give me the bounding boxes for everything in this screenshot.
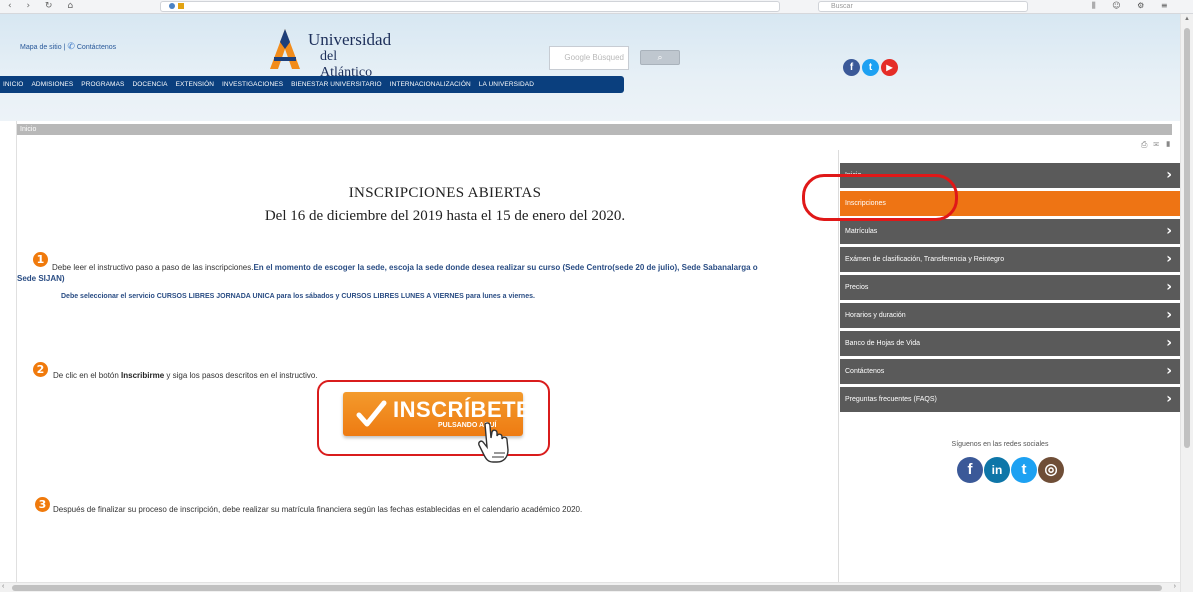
site-header: Mapa de sitio | ✆ Contáctenos Universida… bbox=[0, 14, 1180, 121]
sidebar-item-horarios[interactable]: Horarios y duración › bbox=[840, 303, 1180, 328]
step-1-text: Debe leer el instructivo paso a paso de … bbox=[52, 262, 822, 274]
favicon-icon bbox=[178, 3, 184, 9]
step-1-note: Debe seleccionar el servicio CURSOS LIBR… bbox=[61, 293, 535, 300]
sidebar-item-matriculas[interactable]: Matrículas › bbox=[840, 219, 1180, 244]
vertical-scrollbar[interactable]: ▲ bbox=[1180, 14, 1193, 592]
sidebar-item-label: Banco de Hojas de Vida bbox=[845, 340, 920, 347]
site-map-link[interactable]: Mapa de sitio bbox=[20, 44, 62, 51]
horizontal-scrollbar[interactable]: ‹ › bbox=[0, 582, 1180, 592]
page-tools: ⎙✉▮ bbox=[1141, 140, 1177, 150]
search-button[interactable]: ⌕ bbox=[640, 50, 680, 65]
sidebar-item-banco-hojas[interactable]: Banco de Hojas de Vida › bbox=[840, 331, 1180, 356]
vertical-scroll-thumb[interactable] bbox=[1184, 28, 1190, 448]
step-2-text: De clic en el botón Inscribirme y siga l… bbox=[53, 371, 318, 380]
browser-nav-buttons[interactable]: ‹ › ↻ ⌂ bbox=[8, 1, 79, 11]
search-icon: ⌕ bbox=[657, 52, 663, 62]
sidebar-item-label: Precios bbox=[845, 284, 869, 291]
nav-item-bienestar[interactable]: BIENESTAR UNIVERSITARIO bbox=[291, 81, 382, 88]
contact-link[interactable]: Contáctenos bbox=[77, 44, 116, 51]
page-subtitle: Del 16 de diciembre del 2019 hasta el 15… bbox=[264, 208, 626, 224]
print-icon[interactable]: ⎙ bbox=[1141, 140, 1153, 149]
browser-search-field[interactable]: Buscar bbox=[818, 1, 1028, 12]
breadcrumb-home-link[interactable]: Inicio bbox=[20, 126, 36, 133]
pointer-hand-icon bbox=[478, 422, 509, 463]
chevron-right-icon: › bbox=[1166, 167, 1172, 183]
nav-item-la-universidad[interactable]: LA UNIVERSIDAD bbox=[479, 81, 534, 88]
sidebar-item-contactenos[interactable]: Contáctenos › bbox=[840, 359, 1180, 384]
twitter-icon[interactable]: t bbox=[862, 59, 879, 76]
step-2-bold: Inscribirme bbox=[121, 371, 165, 380]
step-2-before: De clic en el botón bbox=[53, 371, 122, 380]
step-3-text: Después de finalizar su proceso de inscr… bbox=[53, 505, 583, 514]
chevron-right-icon: › bbox=[1166, 223, 1172, 239]
sidebar-item-examen[interactable]: Exámen de clasificación, Transferencia y… bbox=[840, 247, 1180, 272]
scroll-left-icon[interactable]: ‹ bbox=[2, 583, 4, 590]
sidebar-item-precios[interactable]: Precios › bbox=[840, 275, 1180, 300]
chevron-right-icon: › bbox=[1166, 251, 1172, 267]
checkmark-icon bbox=[356, 400, 387, 427]
facebook-icon[interactable]: f bbox=[843, 59, 860, 76]
chevron-right-icon: › bbox=[1166, 363, 1172, 379]
scroll-up-icon[interactable]: ▲ bbox=[1184, 16, 1190, 22]
pdf-icon[interactable]: ▮ bbox=[1165, 140, 1177, 149]
twitter-icon[interactable]: t bbox=[1011, 457, 1037, 483]
sidebar-item-label: Horarios y duración bbox=[845, 312, 906, 319]
follow-us-label: Síguenos en las redes sociales bbox=[951, 441, 1049, 448]
horizontal-scroll-thumb[interactable] bbox=[12, 585, 1162, 591]
page-root: ‹ › ↻ ⌂ Buscar ⫼ ☺ ⚙ ≡ Mapa de sitio | ✆… bbox=[0, 0, 1193, 592]
browser-tool-icons[interactable]: ⫼ ☺ ⚙ ≡ bbox=[1092, 1, 1175, 11]
sidebar-social-links: f in t ◎ bbox=[957, 457, 1064, 483]
chevron-right-icon: › bbox=[1166, 307, 1172, 323]
step-1-bold-cont: Sede SIJAN) bbox=[17, 274, 65, 283]
sidebar-item-faqs[interactable]: Preguntas frecuentes (FAQS) › bbox=[840, 387, 1180, 412]
step-1-bold: En el momento de escoger la sede, escoja… bbox=[253, 263, 758, 272]
step-2-badge: 2 bbox=[33, 362, 48, 377]
nav-item-docencia[interactable]: DOCENCIA bbox=[132, 81, 167, 88]
scroll-right-icon[interactable]: › bbox=[1174, 583, 1176, 590]
breadcrumb: Inicio bbox=[17, 124, 1172, 135]
nav-item-admisiones[interactable]: ADMISIONES bbox=[31, 81, 73, 88]
inscripciones-highlight-circle bbox=[802, 174, 958, 221]
nav-item-investigaciones[interactable]: INVESTIGACIONES bbox=[222, 81, 283, 88]
top-links: Mapa de sitio | ✆ Contáctenos bbox=[20, 41, 116, 52]
linkedin-icon[interactable]: in bbox=[984, 457, 1010, 483]
instagram-icon[interactable]: ◎ bbox=[1038, 457, 1064, 483]
nav-item-extension[interactable]: EXTENSIÓN bbox=[176, 81, 214, 88]
header-social-links: f t ▶ bbox=[843, 59, 898, 76]
step-1-plain: Debe leer el instructivo paso a paso de … bbox=[52, 263, 254, 272]
sidebar-item-label: Preguntas frecuentes (FAQS) bbox=[845, 396, 937, 403]
university-name-line1: Universidad bbox=[308, 30, 392, 49]
google-search-input[interactable]: Google Búsqued bbox=[549, 46, 629, 70]
step-1-badge: 1 bbox=[33, 252, 48, 267]
chevron-right-icon: › bbox=[1166, 279, 1172, 295]
page-title: INSCRIPCIONES ABIERTAS bbox=[348, 185, 542, 201]
nav-item-internacionalizacion[interactable]: INTERNACIONALIZACIÓN bbox=[390, 81, 471, 88]
nav-item-inicio[interactable]: INICIO bbox=[3, 81, 23, 88]
email-icon[interactable]: ✉ bbox=[1153, 140, 1165, 149]
university-logo-mark-icon bbox=[270, 29, 300, 69]
facebook-icon[interactable]: f bbox=[957, 457, 983, 483]
top-links-separator: | bbox=[63, 44, 66, 51]
chevron-right-icon: › bbox=[1166, 335, 1172, 351]
address-bar[interactable] bbox=[160, 1, 780, 12]
main-nav-bar: INICIO ADMISIONES PROGRAMAS DOCENCIA EXT… bbox=[0, 76, 624, 93]
content-left-border bbox=[16, 121, 17, 592]
browser-toolbar: ‹ › ↻ ⌂ Buscar ⫼ ☺ ⚙ ≡ bbox=[0, 0, 1193, 14]
lock-icon bbox=[169, 3, 175, 9]
step-2-after: y siga los pasos descritos en el instruc… bbox=[164, 371, 318, 380]
sidebar-item-label: Exámen de clasificación, Transferencia y… bbox=[845, 256, 1005, 263]
chevron-right-icon: › bbox=[1166, 391, 1172, 407]
step-3-badge: 3 bbox=[35, 497, 50, 512]
phone-icon: ✆ bbox=[67, 41, 75, 51]
university-logo[interactable]: Universidad del Atlántico bbox=[268, 27, 392, 80]
nav-item-programas[interactable]: PROGRAMAS bbox=[81, 81, 124, 88]
sidebar-item-label: Matrículas bbox=[845, 228, 878, 235]
sidebar-item-label: Contáctenos bbox=[845, 368, 885, 375]
youtube-icon[interactable]: ▶ bbox=[881, 59, 898, 76]
